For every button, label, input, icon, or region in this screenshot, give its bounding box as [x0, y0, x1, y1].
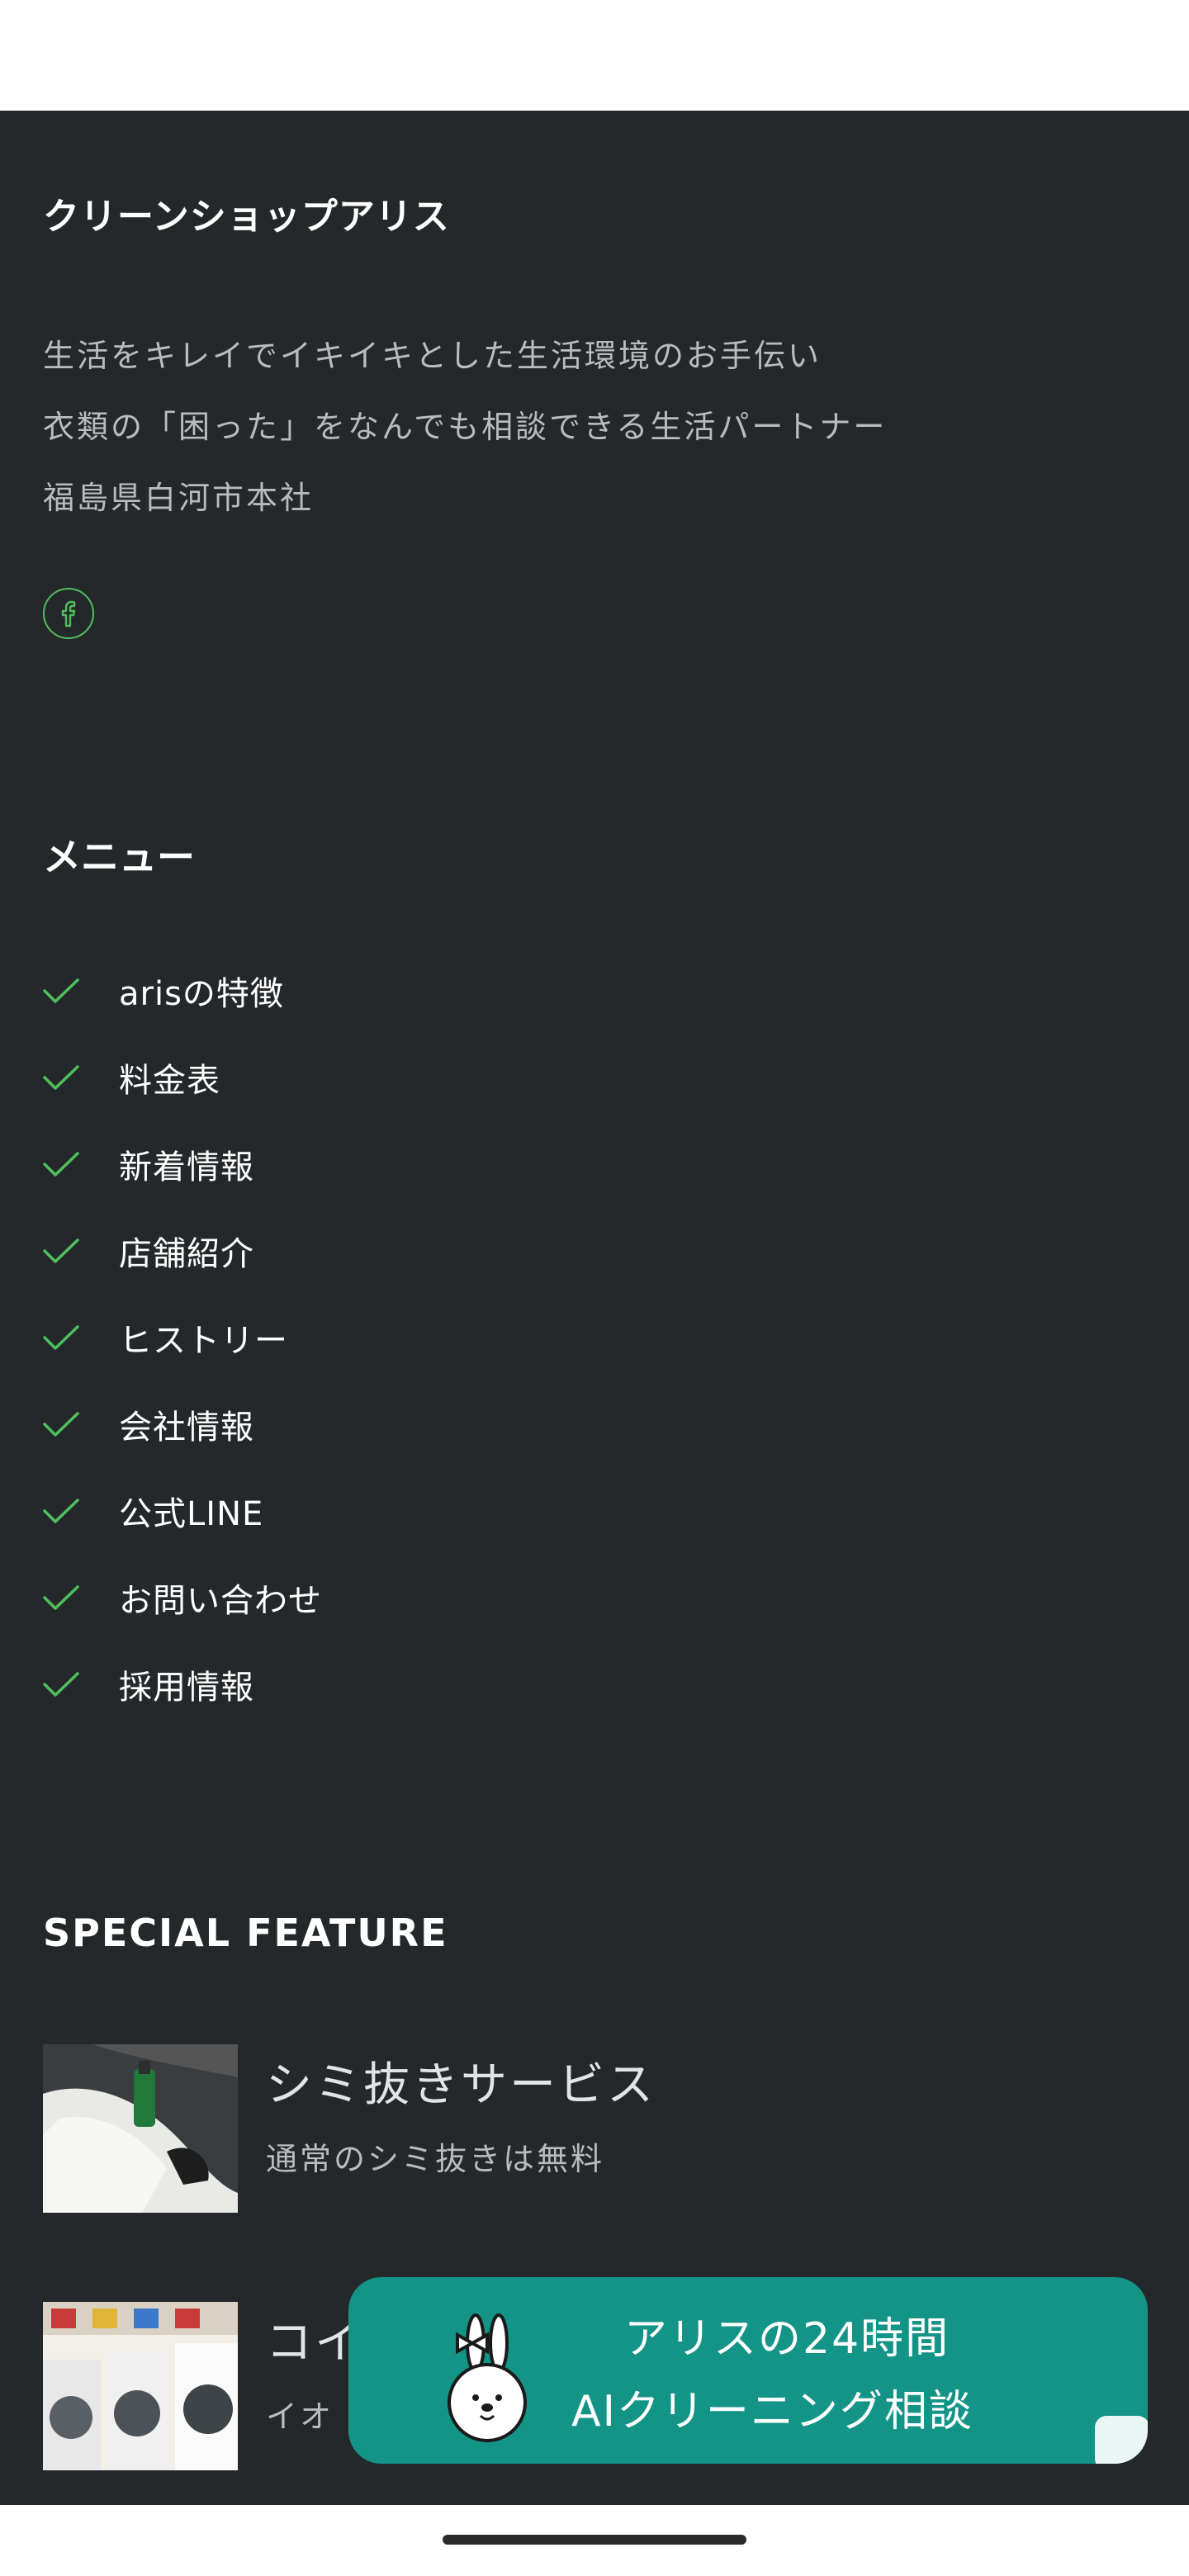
chat-banner-line-2: AIクリーニング相談: [571, 2387, 973, 2436]
check-icon: [43, 1579, 79, 1616]
description-line-3: 福島県白河市本社: [43, 480, 315, 516]
menu-item[interactable]: 店舗紹介: [43, 1226, 254, 1276]
menu-item-label: 料金表: [119, 1062, 220, 1100]
menu-item-label: 新着情報: [119, 1148, 254, 1186]
check-icon: [43, 1146, 79, 1182]
menu-item[interactable]: arisの特徴: [43, 966, 284, 1016]
description-line-1: 生活をキレイでイキイキとした生活環境のお手伝い: [43, 338, 822, 374]
check-icon: [43, 1666, 79, 1702]
check-icon: [43, 973, 79, 1009]
ai-cleaning-chat-banner[interactable]: アリスの24時間 AIクリーニング相談: [348, 2277, 1148, 2464]
menu-item-label: arisの特徴: [119, 975, 284, 1013]
menu-item-label: 採用情報: [119, 1669, 254, 1707]
home-indicator[interactable]: [443, 2535, 746, 2545]
menu-item-label: ヒストリー: [119, 1322, 288, 1360]
stain-removal-thumbnail: [43, 2044, 238, 2213]
check-icon: [43, 1493, 79, 1529]
facebook-glyph: [61, 600, 76, 627]
menu-item[interactable]: ヒストリー: [43, 1313, 288, 1362]
check-icon: [43, 1233, 79, 1269]
menu-item[interactable]: 会社情報: [43, 1399, 254, 1449]
feature-subtitle: 通常のシミ抜きは無料: [266, 2141, 605, 2177]
special-feature-title: SPECIAL FEATURE: [43, 1911, 448, 1955]
menu-item[interactable]: 料金表: [43, 1053, 220, 1102]
check-icon: [43, 1406, 79, 1442]
menu-item-label: お問い合わせ: [119, 1582, 322, 1620]
bunny-mascot-icon: [448, 2313, 527, 2442]
facebook-icon[interactable]: [43, 588, 94, 639]
brand-name: クリーンショップアリス: [43, 196, 450, 238]
feature-stain-removal[interactable]: シミ抜きサービス 通常のシミ抜きは無料: [43, 2044, 1149, 2214]
menu-item[interactable]: 新着情報: [43, 1139, 254, 1189]
coin-laundry-thumbnail: [43, 2302, 238, 2470]
menu-item-label: 公式LINE: [119, 1495, 264, 1533]
menu-item[interactable]: 採用情報: [43, 1660, 254, 1709]
menu-item-label: 会社情報: [119, 1409, 254, 1447]
feature-title: シミ抜きサービス: [266, 2058, 656, 2112]
chat-banner-line-1: アリスの24時間: [624, 2314, 950, 2364]
feature-subtitle: イオ: [266, 2398, 334, 2435]
description-line-2: 衣類の「困った」をなんでも相談できる生活パートナー: [43, 409, 888, 445]
menu-item-label: 店舗紹介: [119, 1235, 254, 1273]
check-icon: [43, 1059, 79, 1096]
chat-corner-icon: [1095, 2416, 1148, 2464]
menu-item[interactable]: お問い合わせ: [43, 1573, 322, 1622]
menu-title: メニュー: [43, 835, 195, 879]
check-icon: [43, 1319, 79, 1356]
top-blank-area: [0, 0, 1189, 111]
menu-item[interactable]: 公式LINE: [43, 1486, 263, 1536]
